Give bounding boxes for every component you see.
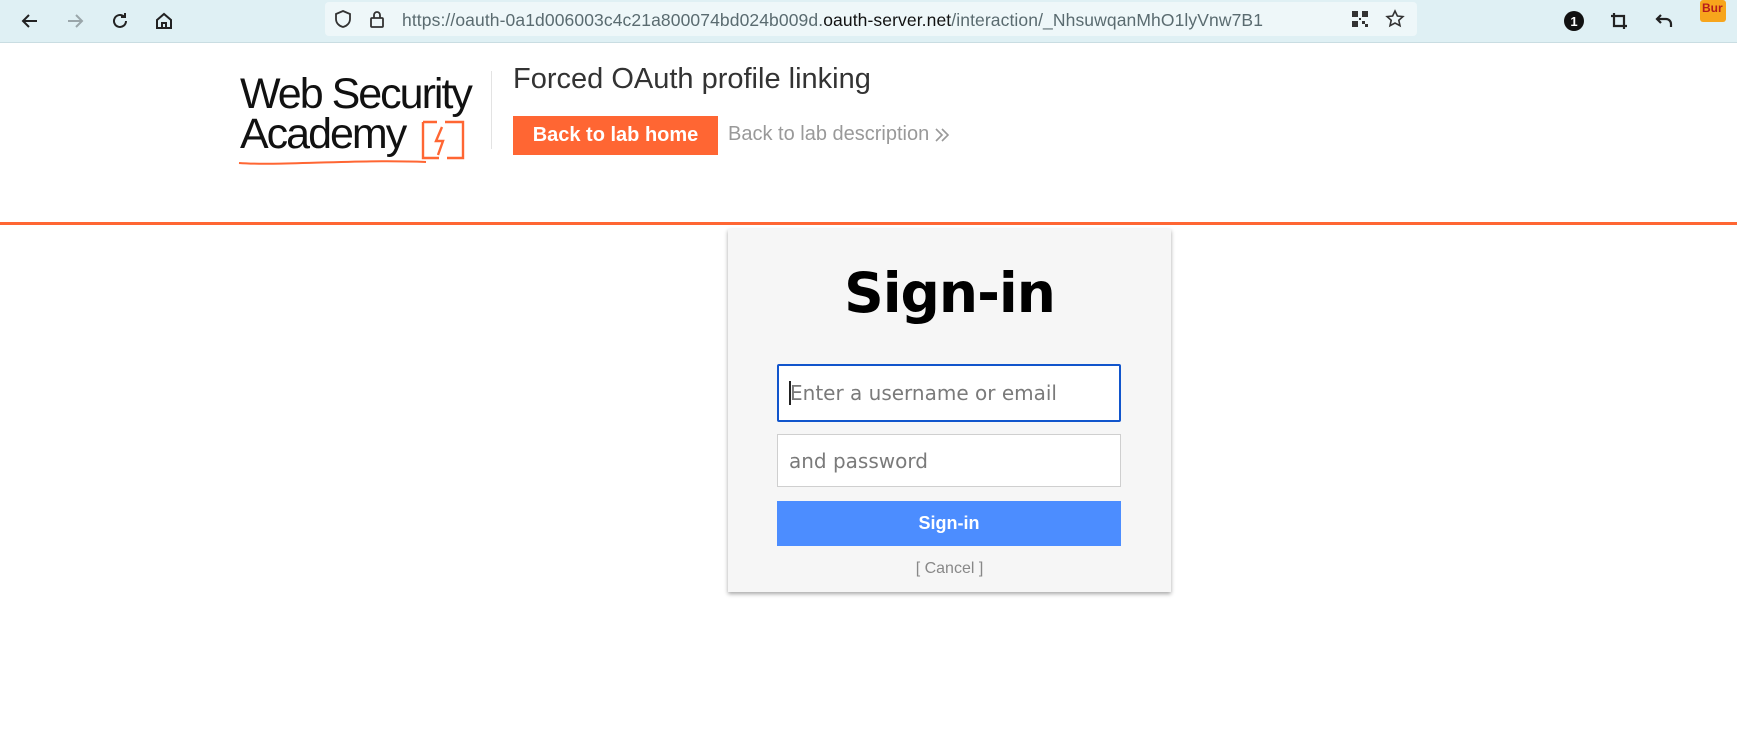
- burp-extension-icon[interactable]: Bur: [1700, 0, 1730, 30]
- signin-title: Sign-in: [844, 261, 1056, 325]
- cancel-link[interactable]: [ Cancel ]: [728, 560, 1171, 578]
- signin-button[interactable]: Sign-in: [777, 501, 1121, 546]
- logo-underline: [238, 160, 427, 165]
- burp-extension-label: Bur: [1702, 1, 1723, 15]
- lock-icon[interactable]: [367, 9, 387, 29]
- undo-arrow-icon[interactable]: [1648, 5, 1680, 37]
- lab-title: Forced OAuth profile linking: [513, 63, 871, 95]
- crop-icon[interactable]: [1603, 5, 1635, 37]
- url-domain: oauth-server.net: [823, 10, 952, 30]
- url-prefix: https://oauth-0a1d006003c4c21a800074bd02…: [402, 10, 824, 30]
- logo-line-2: Academy: [240, 110, 407, 158]
- back-arrow-icon[interactable]: [14, 5, 46, 37]
- password-input[interactable]: [777, 434, 1121, 487]
- bookmark-star-icon[interactable]: [1385, 9, 1405, 29]
- shield-icon[interactable]: [333, 9, 353, 29]
- forward-arrow-icon[interactable]: [59, 5, 91, 37]
- browser-toolbar: https://oauth-0a1d006003c4c21a800074bd02…: [0, 0, 1737, 43]
- text-caret: [789, 381, 791, 405]
- back-to-lab-description-link[interactable]: Back to lab description: [728, 123, 951, 146]
- header-divider: [491, 71, 492, 149]
- url-path: /interaction/_NhsuwqanMhO1lyVnw7B1: [951, 10, 1264, 30]
- home-icon[interactable]: [148, 5, 180, 37]
- address-bar[interactable]: https://oauth-0a1d006003c4c21a800074bd02…: [325, 2, 1417, 36]
- notification-count: 1: [1564, 11, 1584, 31]
- notification-badge[interactable]: 1: [1558, 5, 1590, 37]
- username-input[interactable]: [777, 364, 1121, 422]
- back-to-lab-description-label: Back to lab description: [728, 123, 930, 145]
- reload-icon[interactable]: [104, 5, 136, 37]
- qr-code-icon[interactable]: [1350, 9, 1370, 29]
- web-security-academy-logo[interactable]: Web Security Academy: [238, 71, 488, 171]
- url-text[interactable]: https://oauth-0a1d006003c4c21a800074bd02…: [402, 10, 1263, 31]
- double-chevron-right-icon: [935, 127, 950, 142]
- lab-header: Web Security Academy Forced OAuth profil…: [0, 43, 1737, 225]
- back-to-lab-home-button[interactable]: Back to lab home: [513, 116, 718, 155]
- signin-card: Sign-in Sign-in [ Cancel ]: [728, 229, 1171, 592]
